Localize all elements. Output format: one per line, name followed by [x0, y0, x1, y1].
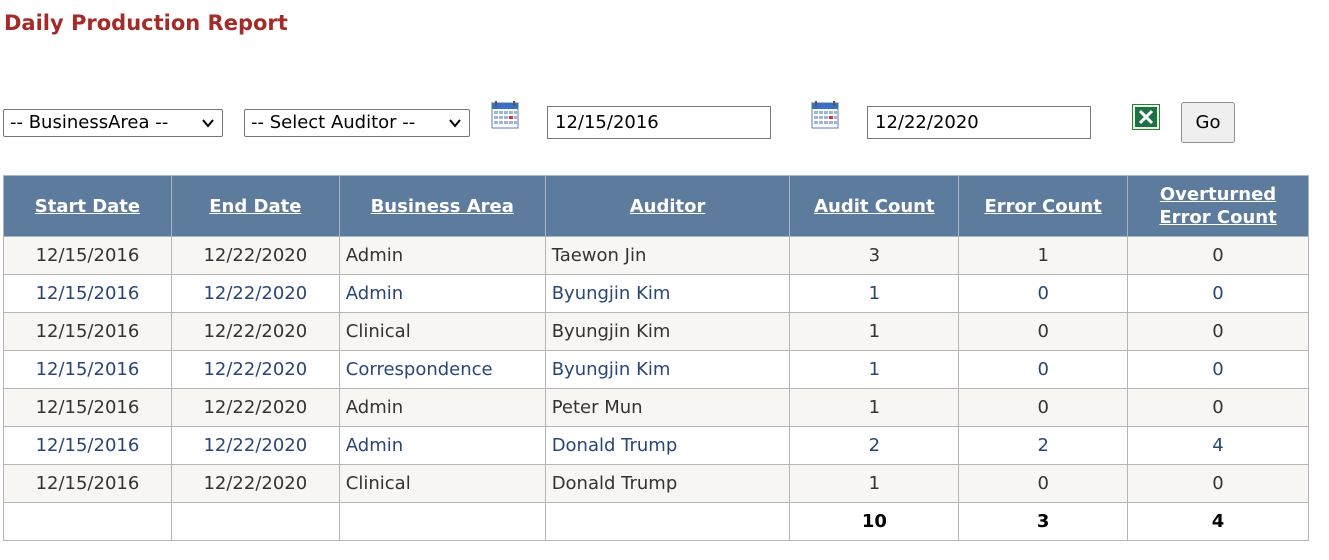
column-header-business-area: Business Area — [338, 175, 546, 237]
sort-error-count-link[interactable]: Error Count — [984, 196, 1101, 217]
cell-auditor: Byungjin Kim — [544, 274, 791, 313]
column-header-start-date: Start Date — [3, 175, 172, 237]
cell-error-count: 1 — [958, 236, 1129, 275]
total-cell-empty — [544, 502, 791, 541]
cell-overturned-error-count: 0 — [1127, 236, 1309, 275]
cell-auditor: Taewon Jin — [544, 236, 791, 275]
totals-row: 10 3 4 — [3, 502, 1309, 541]
total-audit-count: 10 — [789, 502, 960, 541]
cell-business-area: Admin — [338, 236, 546, 275]
cell-overturned-error-count: 0 — [1127, 388, 1309, 427]
cell-error-count: 0 — [958, 274, 1129, 313]
cell-start-date: 12/15/2016 — [3, 388, 172, 427]
cell-end-date: 12/22/2020 — [170, 388, 340, 427]
cell-audit-count: 1 — [789, 464, 960, 503]
table-row: 12/15/2016 12/22/2020 Admin Peter Mun 1 … — [3, 388, 1309, 427]
cell-auditor: Peter Mun — [544, 388, 791, 427]
cell-start-date: 12/15/2016 — [3, 464, 172, 503]
cell-end-date: 12/22/2020 — [170, 236, 340, 275]
cell-error-count: 2 — [958, 426, 1129, 465]
report-table: Start Date End Date Business Area Audito… — [3, 175, 1309, 541]
table-row: 12/15/2016 12/22/2020 Clinical Donald Tr… — [3, 464, 1309, 503]
cell-audit-count: 1 — [789, 388, 960, 427]
business-area-select[interactable]: -- BusinessArea -- — [3, 109, 223, 137]
column-header-audit-count: Audit Count — [789, 175, 960, 237]
sort-auditor-link[interactable]: Auditor — [630, 196, 706, 217]
cell-audit-count: 2 — [789, 426, 960, 465]
cell-error-count: 0 — [958, 350, 1129, 389]
cell-start-date: 12/15/2016 — [3, 350, 172, 389]
column-header-end-date: End Date — [170, 175, 340, 237]
cell-audit-count: 1 — [789, 350, 960, 389]
cell-error-count: 0 — [958, 388, 1129, 427]
cell-overturned-error-count: 0 — [1127, 350, 1309, 389]
auditor-select-value: -- Select Auditor -- — [251, 112, 416, 133]
cell-end-date: 12/22/2020 — [170, 426, 340, 465]
column-header-error-count: Error Count — [958, 175, 1129, 237]
column-header-auditor: Auditor — [544, 175, 791, 237]
cell-auditor: Donald Trump — [544, 464, 791, 503]
total-cell-empty — [170, 502, 340, 541]
page-title: Daily Production Report — [4, 11, 288, 35]
cell-auditor: Byungjin Kim — [544, 312, 791, 351]
chevron-down-icon — [202, 119, 214, 128]
sort-audit-count-link[interactable]: Audit Count — [814, 196, 934, 217]
cell-error-count: 0 — [958, 312, 1129, 351]
cell-overturned-error-count: 0 — [1127, 464, 1309, 503]
total-cell-empty — [338, 502, 546, 541]
total-error-count: 3 — [958, 502, 1129, 541]
cell-audit-count: 1 — [789, 274, 960, 313]
sort-business-area-link[interactable]: Business Area — [371, 196, 514, 217]
cell-audit-count: 3 — [789, 236, 960, 275]
cell-business-area: Admin — [338, 388, 546, 427]
end-date-calendar-icon[interactable] — [811, 101, 839, 129]
cell-start-date: 12/15/2016 — [3, 426, 172, 465]
start-date-input[interactable]: 12/15/2016 — [547, 106, 771, 139]
cell-error-count: 0 — [958, 464, 1129, 503]
table-row: 12/15/2016 12/22/2020 Admin Taewon Jin 3… — [3, 236, 1309, 275]
excel-export-icon[interactable] — [1132, 104, 1160, 130]
sort-start-date-link[interactable]: Start Date — [35, 196, 140, 217]
cell-end-date: 12/22/2020 — [170, 464, 340, 503]
column-header-overturned-error-count: Overturned Error Count — [1127, 175, 1309, 237]
cell-start-date: 12/15/2016 — [3, 312, 172, 351]
cell-overturned-error-count: 0 — [1127, 312, 1309, 351]
table-row: 12/15/2016 12/22/2020 Clinical Byungjin … — [3, 312, 1309, 351]
cell-audit-count: 1 — [789, 312, 960, 351]
sort-end-date-link[interactable]: End Date — [209, 196, 301, 217]
table-row: 12/15/2016 12/22/2020 Admin Byungjin Kim… — [3, 274, 1309, 313]
total-cell-empty — [3, 502, 172, 541]
table-row: 12/15/2016 12/22/2020 Admin Donald Trump… — [3, 426, 1309, 465]
end-date-input[interactable]: 12/22/2020 — [867, 106, 1091, 139]
total-overturned-error-count: 4 — [1127, 502, 1309, 541]
cell-overturned-error-count: 0 — [1127, 274, 1309, 313]
cell-start-date: 12/15/2016 — [3, 236, 172, 275]
cell-auditor: Byungjin Kim — [544, 350, 791, 389]
go-button[interactable]: Go — [1181, 102, 1235, 143]
cell-end-date: 12/22/2020 — [170, 312, 340, 351]
cell-business-area: Admin — [338, 426, 546, 465]
table-row: 12/15/2016 12/22/2020 Correspondence Byu… — [3, 350, 1309, 389]
cell-end-date: 12/22/2020 — [170, 274, 340, 313]
cell-start-date: 12/15/2016 — [3, 274, 172, 313]
cell-business-area: Correspondence — [338, 350, 546, 389]
cell-end-date: 12/22/2020 — [170, 350, 340, 389]
business-area-select-value: -- BusinessArea -- — [10, 112, 169, 133]
cell-business-area: Clinical — [338, 464, 546, 503]
auditor-select[interactable]: -- Select Auditor -- — [244, 109, 470, 137]
cell-business-area: Admin — [338, 274, 546, 313]
table-header-row: Start Date End Date Business Area Audito… — [3, 175, 1309, 237]
cell-overturned-error-count: 4 — [1127, 426, 1309, 465]
start-date-calendar-icon[interactable] — [491, 101, 519, 129]
cell-business-area: Clinical — [338, 312, 546, 351]
sort-overturned-error-count-link[interactable]: Overturned Error Count — [1153, 183, 1283, 229]
cell-auditor: Donald Trump — [544, 426, 791, 465]
chevron-down-icon — [449, 119, 461, 128]
